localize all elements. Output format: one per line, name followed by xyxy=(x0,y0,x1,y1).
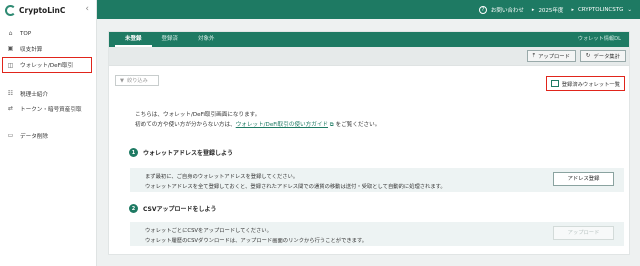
wallet-info-download-link[interactable]: ウォレット情報DL xyxy=(578,32,629,47)
step-number-badge: 1 xyxy=(129,148,138,157)
sidebar-item-label: 収支計算 xyxy=(20,46,43,53)
sidebar-item-top[interactable]: ⌂ TOP xyxy=(0,26,96,41)
guide-link[interactable]: ウォレット/DeFi取引の使い方ガイド xyxy=(236,122,328,128)
step-title: ウォレットアドレスを登録しよう xyxy=(143,150,234,157)
tab-bar: 未登録 登録済 対象外 ウォレット情報DL xyxy=(109,32,629,47)
sidebar-item-wallet-defi[interactable]: ◫ ウォレット/DeFi取引 xyxy=(2,57,92,73)
delete-icon: ▭ xyxy=(7,132,14,139)
home-icon: ⌂ xyxy=(8,30,13,37)
step-2-heading: 2 CSVアップロードをしよう xyxy=(129,204,216,213)
people-icon: ☷ xyxy=(7,90,14,97)
intro-text-part: 初めての方や使い方が分からない方は、 xyxy=(135,122,236,128)
help-link[interactable]: ? お問い合わせ xyxy=(478,5,524,14)
swap-icon: ⇄ xyxy=(7,105,14,112)
caret-right-icon: ▸ xyxy=(571,6,574,13)
csv-upload-button[interactable]: アップロード xyxy=(553,226,614,240)
sidebar-nav: ⌂ TOP ▣ 収支計算 ◫ ウォレット/DeFi取引 ☷ 税理士紹介 ⇄ トー… xyxy=(0,26,96,143)
sidebar-item-label: ウォレット/DeFi取引 xyxy=(20,63,74,69)
step-2-box: ウォレットごとにCSVをアップロードしてください。 ウォレット履歴のCSVダウン… xyxy=(130,222,624,246)
filter-label: 絞り込み xyxy=(127,78,148,84)
sidebar: CryptoLinC ‹ ⌂ TOP ▣ 収支計算 ◫ ウォレット/DeFi取引… xyxy=(0,0,97,266)
calculator-icon: ▣ xyxy=(7,45,14,52)
sidebar-item-label: トークン・暗号資産引取 xyxy=(20,106,82,113)
help-icon: ? xyxy=(478,5,487,14)
sidebar-item-token-transfer[interactable]: ⇄ トークン・暗号資産引取 xyxy=(0,101,96,116)
tab-unregistered[interactable]: 未登録 xyxy=(115,32,152,47)
toolbar: ⤒ アップロード ↻ データ集計 xyxy=(109,47,629,66)
tab-excluded[interactable]: 対象外 xyxy=(188,32,225,47)
upload-label: アップロード xyxy=(538,54,570,60)
external-link-icon: ⧉ xyxy=(328,122,336,128)
sidebar-item-data-delete[interactable]: ▭ データ削除 xyxy=(0,128,96,143)
step-1-box: まず最初に、ご自身のウォレットアドレスを登録してください。 ウォレットアドレスを… xyxy=(130,168,624,192)
step-title: CSVアップロードをしよう xyxy=(143,206,217,213)
intro-line-2: 初めての方や使い方が分からない方は、ウォレット/DeFi取引の使い方ガイド ⧉ … xyxy=(135,120,380,130)
year-selector[interactable]: ▸ 2025年度 xyxy=(532,6,564,14)
intro-line-1: こちらは、ウォレット/DeFi取引画面になります。 xyxy=(135,112,261,118)
tab-registered[interactable]: 登録済 xyxy=(152,32,189,47)
refresh-icon: ↻ xyxy=(585,53,591,59)
caret-right-icon: ▸ xyxy=(531,6,535,13)
sidebar-item-label: TOP xyxy=(20,30,32,37)
account-menu[interactable]: ▸ CRYPTOLINCSTG ⌄ xyxy=(571,7,632,13)
year-label: 2025年度 xyxy=(538,7,564,14)
wallet-icon: ◫ xyxy=(7,61,14,69)
upload-icon: ⤒ xyxy=(532,52,536,59)
intro-text-part: をご覧ください。 xyxy=(335,122,381,128)
account-label: CRYPTOLINCSTG xyxy=(577,6,624,13)
intro-text: こちらは、ウォレット/DeFi取引画面になります。 初めての方や使い方が分からな… xyxy=(135,110,380,130)
registered-wallet-list-button[interactable]: 登録済みウォレット一覧 xyxy=(545,76,625,91)
sidebar-item-label: データ削除 xyxy=(20,133,48,140)
collapse-sidebar-icon[interactable]: ‹ xyxy=(85,4,89,14)
chevron-down-icon: ⌄ xyxy=(627,6,632,13)
wallet-panel: 未登録 登録済 対象外 ウォレット情報DL ⤒ アップロード ↻ データ集計 ▼… xyxy=(108,31,630,255)
help-label: お問い合わせ xyxy=(490,7,524,14)
sidebar-item-tax-accountant[interactable]: ☷ 税理士紹介 xyxy=(0,86,96,101)
upload-button[interactable]: ⤒ アップロード xyxy=(526,50,576,62)
top-bar: ? お問い合わせ ▸ 2025年度 ▸ CRYPTOLINCSTG ⌄ xyxy=(97,0,640,19)
logo-icon xyxy=(5,4,16,16)
address-register-button[interactable]: アドレス登録 xyxy=(553,172,614,186)
step-number-badge: 2 xyxy=(129,204,138,213)
filter-icon: ▼ xyxy=(120,77,124,84)
brand[interactable]: CryptoLinC xyxy=(0,0,96,20)
registered-wallet-list-label: 登録済みウォレット一覧 xyxy=(561,81,620,88)
filter-button[interactable]: ▼ 絞り込み xyxy=(115,75,159,86)
list-icon xyxy=(550,80,559,87)
aggregate-button[interactable]: ↻ データ集計 xyxy=(579,50,626,62)
aggregate-label: データ集計 xyxy=(593,54,621,60)
step-1-heading: 1 ウォレットアドレスを登録しよう xyxy=(129,148,233,157)
sidebar-item-calculation[interactable]: ▣ 収支計算 xyxy=(0,41,96,56)
brand-name: CryptoLinC xyxy=(19,5,66,15)
sidebar-item-label: 税理士紹介 xyxy=(20,91,48,98)
